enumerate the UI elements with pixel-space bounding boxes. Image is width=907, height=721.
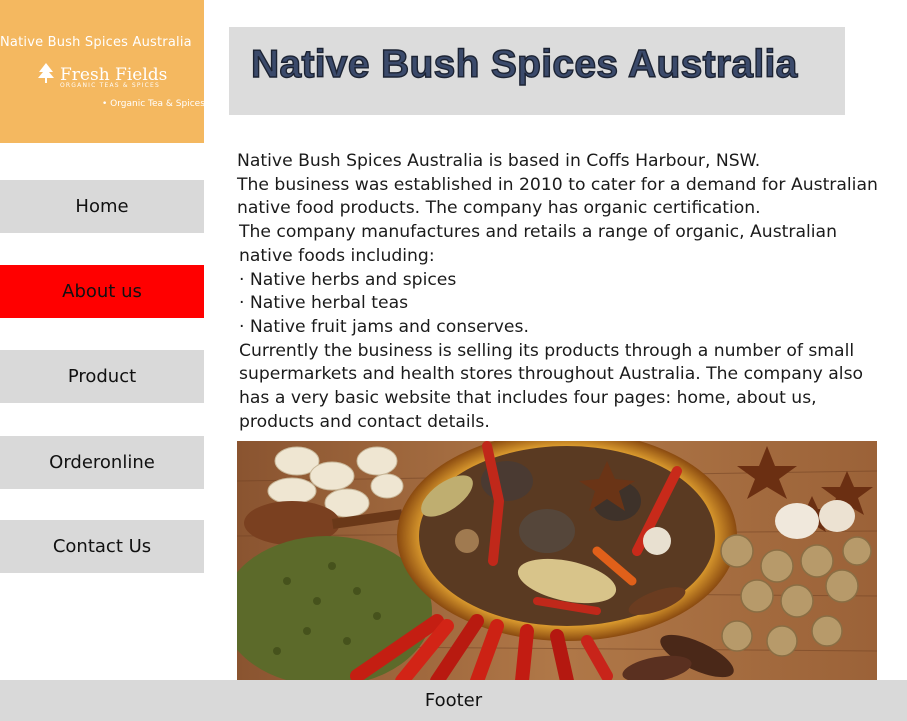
logo-brand-line: Native Bush Spices Australia — [0, 35, 192, 50]
logo-subtitle: ORGANIC TEAS & SPICES — [60, 82, 161, 89]
paragraph-products-intro: The company manufactures and retails a r… — [239, 222, 837, 266]
nav-item-product[interactable]: Product — [0, 350, 204, 403]
paragraph-current-business: Currently the business is selling its pr… — [239, 340, 864, 432]
list-item: · Native herbal teas — [239, 293, 409, 314]
logo-block: Native Bush Spices Australia Fresh Field… — [0, 0, 204, 143]
page-header: Native Bush Spices Australia — [229, 27, 845, 115]
list-item: · Native fruit jams and conserves. — [239, 316, 529, 337]
list-item: · Native herbs and spices — [239, 269, 457, 290]
about-content: Native Bush Spices Australia is based in… — [237, 150, 905, 434]
footer: Footer — [0, 680, 907, 721]
paragraph-history: The business was established in 2010 to … — [237, 174, 878, 219]
logo-tagline: • Organic Tea & Spices — [102, 99, 204, 109]
spices-photo — [237, 441, 877, 681]
nav-item-contact-us[interactable]: Contact Us — [0, 520, 204, 573]
nav-item-home[interactable]: Home — [0, 180, 204, 233]
nav-item-order-online[interactable]: Orderonline — [0, 436, 204, 489]
paragraph-location: Native Bush Spices Australia is based in… — [237, 151, 761, 171]
nav-item-about-us[interactable]: About us — [0, 265, 204, 318]
page-title: Native Bush Spices Australia — [250, 42, 798, 86]
tree-icon — [36, 62, 56, 88]
